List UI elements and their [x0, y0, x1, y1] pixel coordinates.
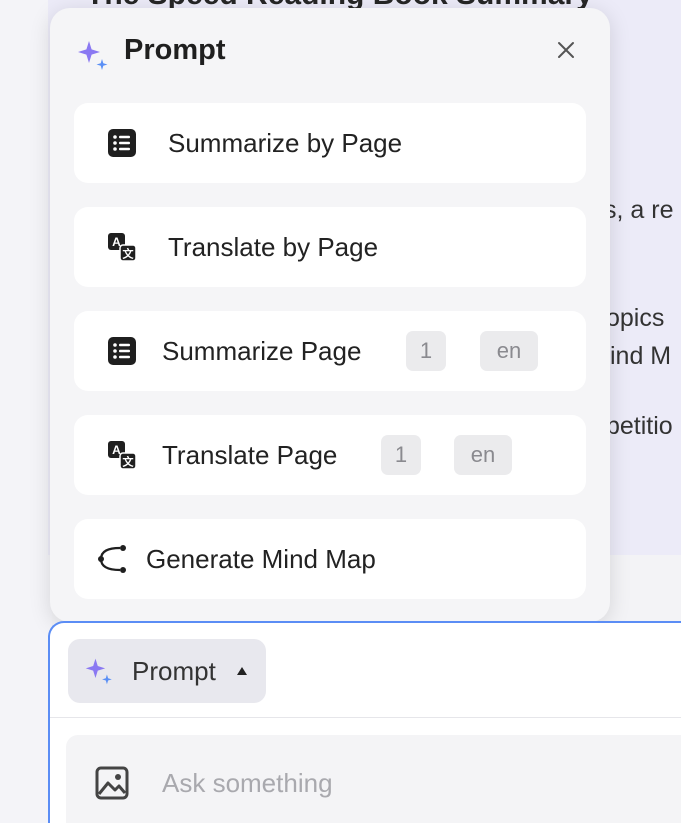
ask-area — [66, 735, 681, 823]
sparkle-icon — [85, 658, 112, 685]
language-chip[interactable]: en — [454, 435, 512, 475]
divider — [50, 717, 681, 718]
menu-item-label: Translate Page — [162, 440, 338, 470]
list-icon — [108, 337, 136, 365]
mind-map-icon — [98, 545, 126, 573]
close-icon — [558, 42, 574, 58]
language-chip[interactable]: en — [480, 331, 538, 371]
menu-item-translate-by-page[interactable]: A 文 Translate by Page — [74, 207, 586, 287]
svg-text:文: 文 — [123, 455, 135, 469]
translate-icon: A 文 — [108, 441, 137, 470]
ask-input[interactable] — [162, 763, 662, 803]
prompt-button[interactable]: Prompt — [68, 639, 266, 703]
menu-item-label: Generate Mind Map — [146, 544, 376, 574]
menu-item-label: Translate by Page — [168, 232, 379, 262]
menu-item-translate-page[interactable]: A 文 Translate Page 1 en — [74, 415, 586, 495]
popup-title: Prompt — [124, 34, 226, 66]
left-sidebar-strip — [0, 0, 52, 823]
page-number-chip[interactable]: 1 — [406, 331, 446, 371]
document-text-line: ind M — [610, 342, 672, 370]
menu-item-generate-mind-map[interactable]: Generate Mind Map — [74, 519, 586, 599]
document-text-line: petitio — [606, 412, 673, 440]
caret-up-icon — [237, 667, 247, 675]
menu-item-label: Summarize Page — [162, 336, 362, 366]
svg-text:文: 文 — [123, 247, 135, 261]
page-number-chip[interactable]: 1 — [381, 435, 421, 475]
document-text-line: opics — [606, 304, 665, 332]
prompt-button-label: Prompt — [132, 656, 216, 686]
sparkle-icon — [78, 41, 108, 70]
document-text-line: s, a re — [604, 196, 674, 224]
menu-item-summarize-by-page[interactable]: Summarize by Page — [74, 103, 586, 183]
image-upload-icon[interactable] — [94, 765, 130, 801]
prompt-popup: Prompt Summarize by Page A 文 Translate b… — [50, 8, 610, 622]
close-button[interactable] — [550, 34, 582, 66]
menu-item-summarize-page[interactable]: Summarize Page 1 en — [74, 311, 586, 391]
menu-item-label: Summarize by Page — [168, 128, 403, 158]
composer-panel: Prompt — [48, 621, 681, 823]
list-icon — [108, 129, 136, 157]
popup-header: Prompt — [50, 8, 610, 98]
app-stage: The Speed Reading Book Summary s, a re o… — [0, 0, 681, 823]
translate-icon: A 文 — [108, 233, 137, 262]
